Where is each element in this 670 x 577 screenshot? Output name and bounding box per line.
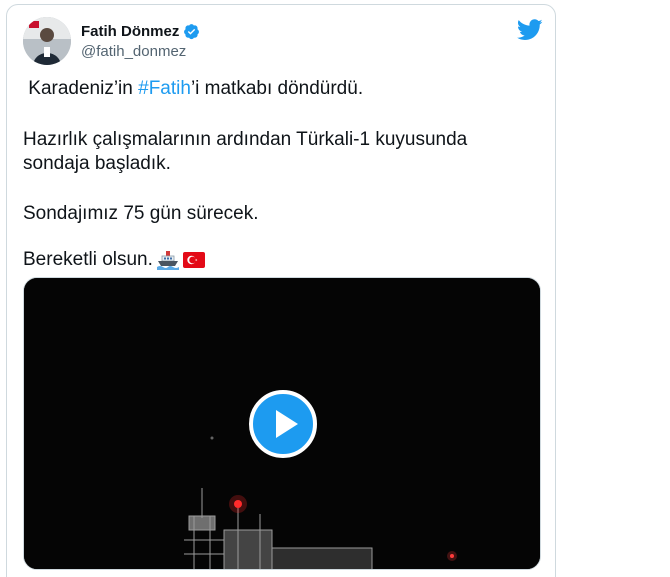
ship-icon bbox=[156, 251, 179, 270]
tweet-paragraph-4-text: Bereketli olsun. bbox=[23, 249, 153, 270]
play-icon bbox=[276, 410, 298, 438]
avatar-image bbox=[23, 17, 71, 65]
play-button[interactable] bbox=[249, 390, 317, 458]
verified-badge-icon bbox=[184, 24, 200, 40]
tweet-line1-prefix: Karadeniz’in bbox=[28, 78, 139, 99]
author-name[interactable]: Fatih Dönmez bbox=[81, 23, 179, 40]
author-handle[interactable]: @fatih_donmez bbox=[81, 43, 186, 60]
author-avatar[interactable] bbox=[23, 17, 71, 65]
video-player[interactable] bbox=[23, 277, 541, 570]
hashtag-link[interactable]: #Fatih bbox=[138, 78, 191, 99]
tweet-header: Fatih Dönmez @fatih_donmez bbox=[23, 17, 543, 67]
tweet-paragraph-4: Bereketli olsun. bbox=[23, 248, 205, 272]
tweet-card[interactable]: Fatih Dönmez @fatih_donmez Karadeniz’in … bbox=[6, 4, 556, 577]
tweet-paragraph-2: Hazırlık çalışmalarının ardından Türkali… bbox=[23, 129, 468, 174]
author-name-row: Fatih Dönmez bbox=[81, 23, 200, 40]
tweet-paragraph-3: Sondajımız 75 gün sürecek. bbox=[23, 203, 259, 224]
twitter-bird-icon[interactable] bbox=[517, 19, 543, 41]
tweet-line1-suffix: ’i matkabı döndürdü. bbox=[190, 78, 364, 99]
turkey-flag-icon bbox=[182, 252, 205, 268]
tweet-line-1: Karadeniz’in #Fatih’i matkabı döndürdü. bbox=[23, 77, 363, 101]
